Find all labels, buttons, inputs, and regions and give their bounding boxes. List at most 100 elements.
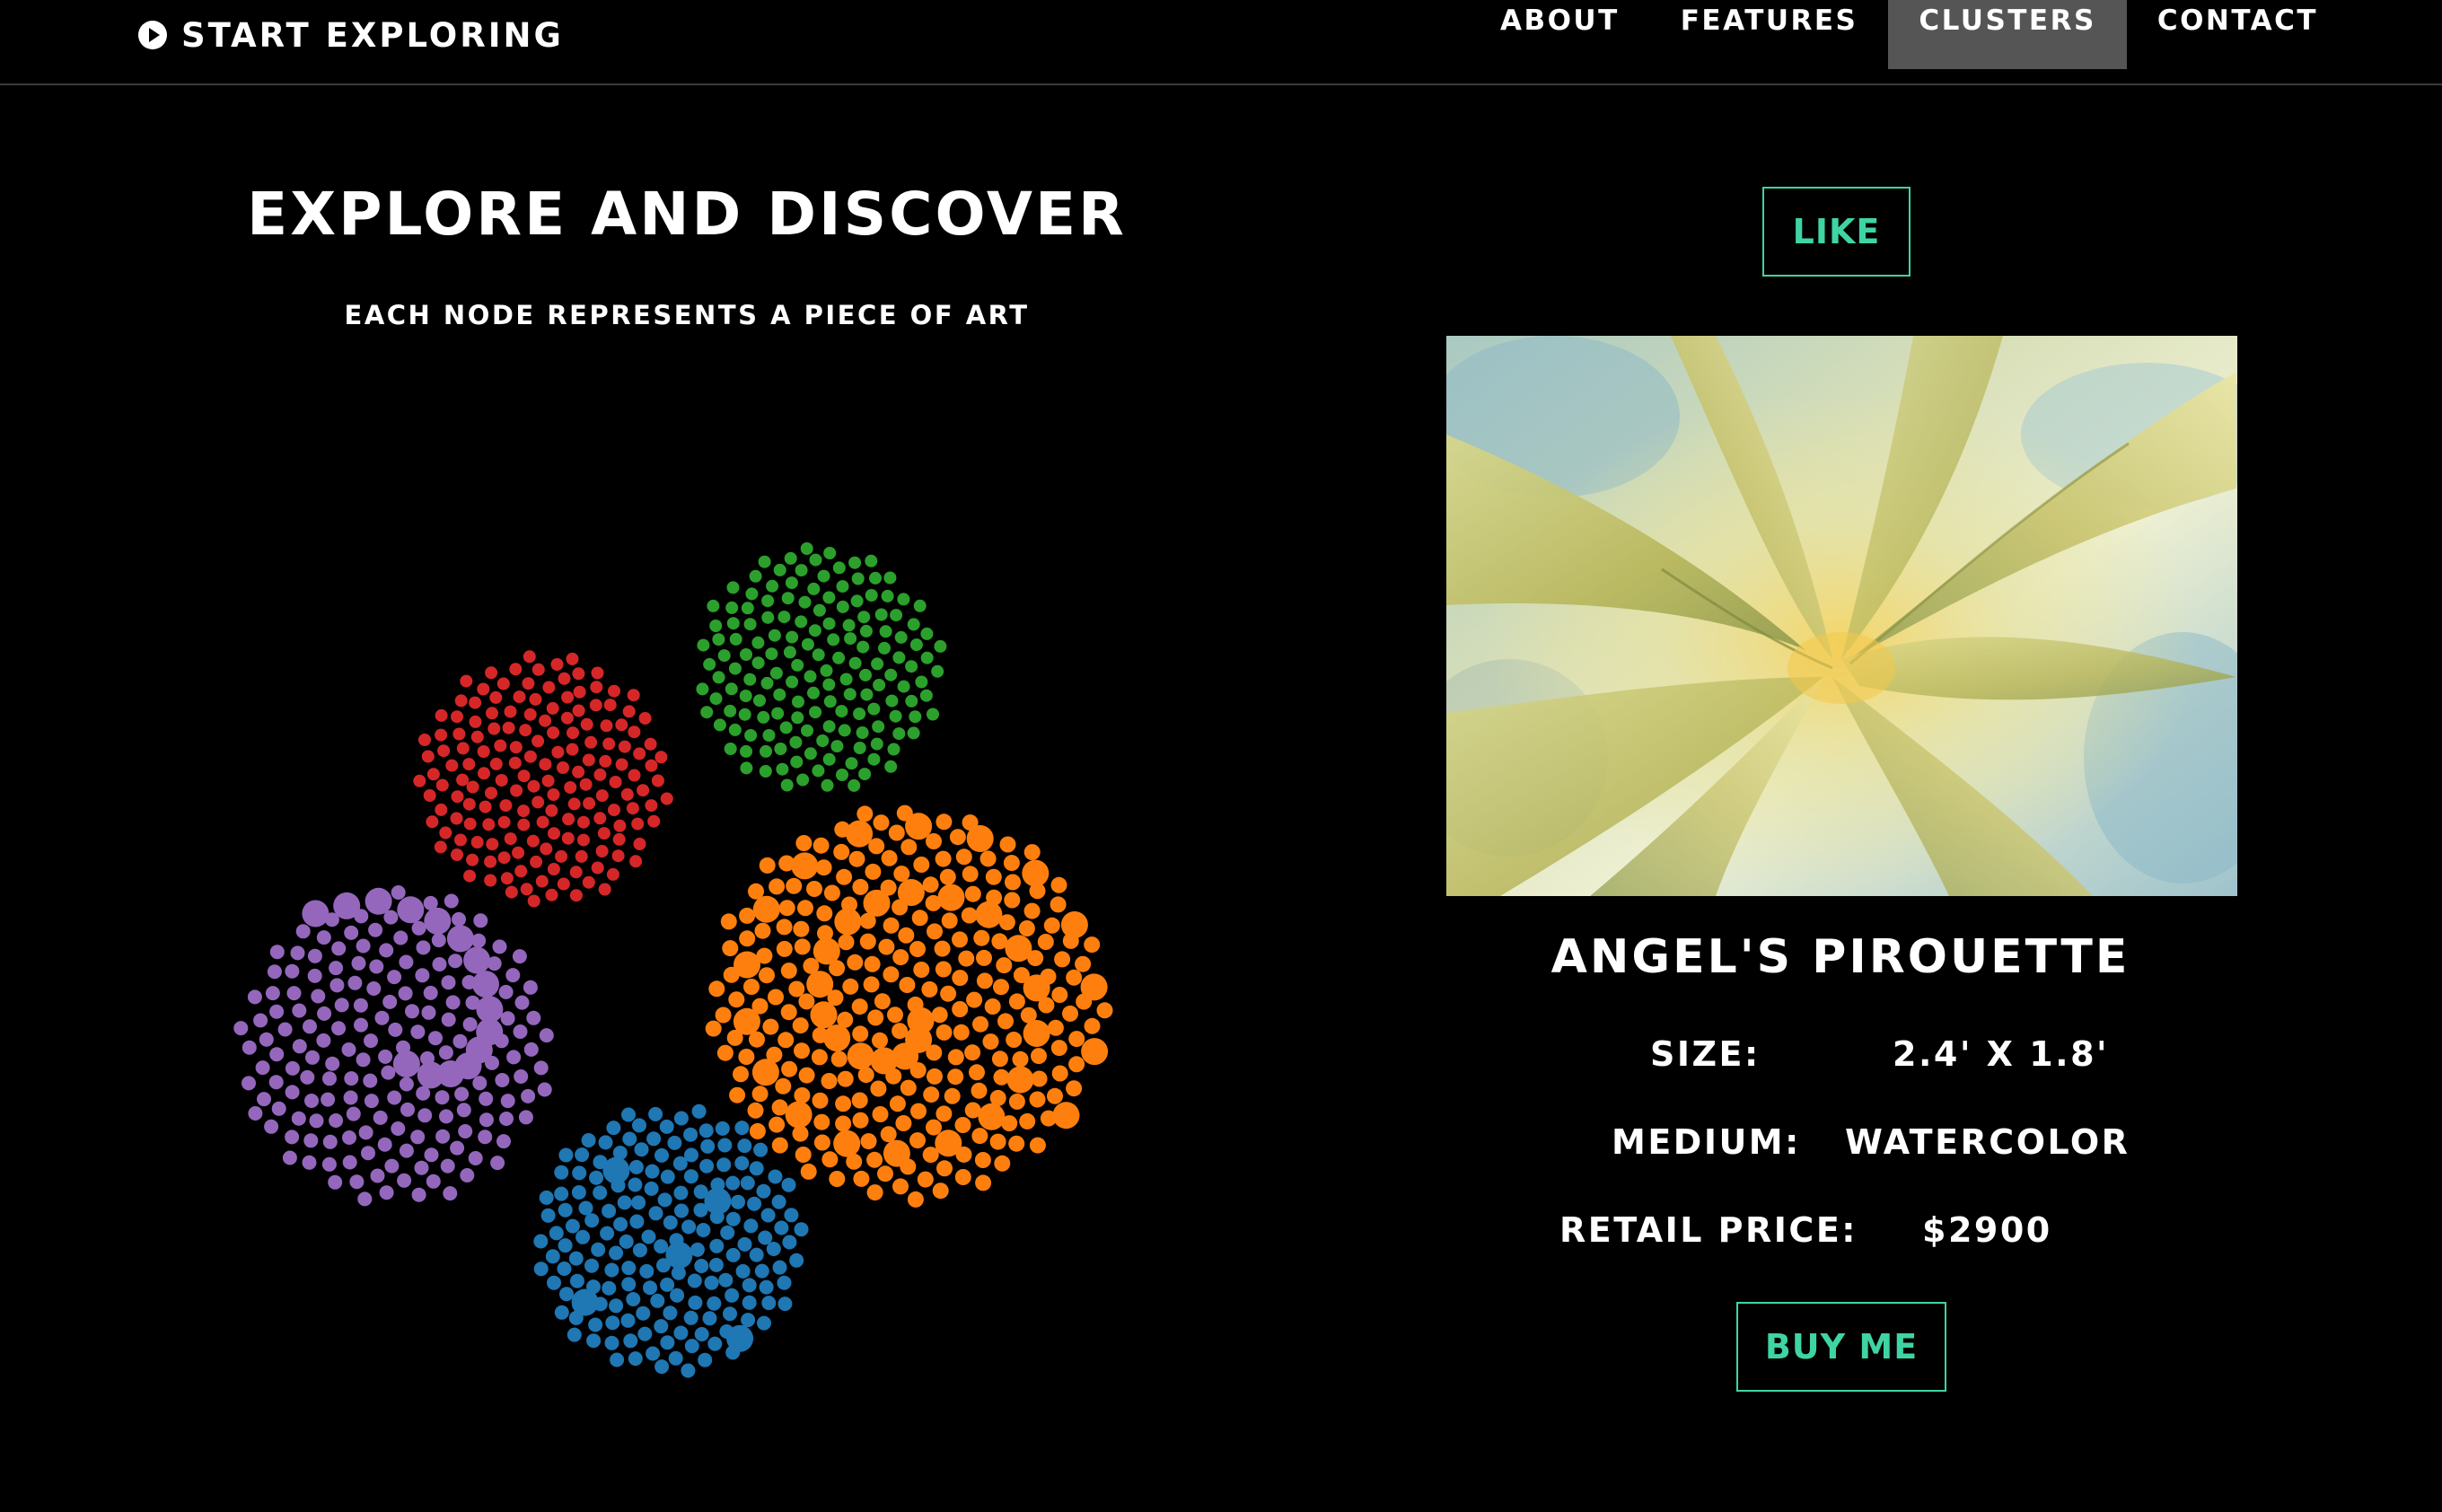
art-node[interactable] [745,587,759,601]
art-node[interactable] [489,690,503,704]
art-node[interactable] [486,838,499,851]
art-node[interactable] [622,1131,637,1147]
art-node[interactable] [590,681,603,694]
art-node[interactable] [976,949,992,966]
art-node[interactable] [329,1113,344,1128]
art-node[interactable] [316,1033,331,1048]
art-node[interactable] [597,827,610,840]
art-node[interactable] [1050,896,1067,913]
art-node[interactable] [572,704,585,717]
art-node[interactable] [571,1185,586,1200]
art-node[interactable] [269,1004,285,1019]
art-node[interactable] [302,900,329,927]
art-node[interactable] [888,824,905,841]
art-node[interactable] [545,804,558,817]
art-node[interactable] [885,1068,902,1085]
art-node[interactable] [698,1352,713,1367]
art-node[interactable] [437,744,451,758]
art-node[interactable] [468,1151,483,1165]
art-node[interactable] [471,933,487,948]
art-node[interactable] [388,1022,403,1037]
art-node[interactable] [522,677,535,690]
art-node[interactable] [776,940,793,957]
art-node[interactable] [321,1156,337,1172]
art-node[interactable] [724,743,737,755]
art-node[interactable] [971,1128,988,1145]
art-node[interactable] [913,962,930,978]
art-node[interactable] [949,829,966,846]
art-node[interactable] [889,709,902,723]
art-node[interactable] [454,1086,470,1102]
art-node[interactable] [527,894,540,908]
art-node[interactable] [610,1352,625,1367]
art-node[interactable] [472,1076,488,1091]
art-node[interactable] [518,1110,533,1125]
art-node[interactable] [760,744,772,758]
art-node[interactable] [575,1229,591,1244]
art-node[interactable] [514,865,528,878]
art-node[interactable] [267,964,282,980]
art-node[interactable] [530,855,543,868]
art-node[interactable] [761,1296,777,1311]
art-node[interactable] [387,970,402,985]
art-node[interactable] [857,1067,874,1084]
art-node[interactable] [1012,1050,1029,1068]
art-node[interactable] [794,938,811,955]
art-node[interactable] [264,1119,279,1134]
art-node[interactable] [793,920,810,937]
art-node[interactable] [915,675,928,689]
art-node[interactable] [346,1106,361,1121]
art-node[interactable] [484,874,497,887]
art-node[interactable] [259,1032,274,1047]
art-node[interactable] [807,686,820,699]
art-node[interactable] [870,737,883,751]
cluster-green[interactable] [696,542,947,792]
art-node[interactable] [608,684,620,698]
art-node[interactable] [884,760,898,773]
art-node[interactable] [618,740,631,753]
art-node[interactable] [628,769,641,782]
art-node[interactable] [962,814,979,831]
art-node[interactable] [816,734,830,747]
art-node[interactable] [1047,1019,1064,1036]
art-node[interactable] [619,1234,634,1249]
art-node[interactable] [789,1253,804,1268]
art-node[interactable] [934,639,947,653]
art-node[interactable] [473,913,488,928]
art-node[interactable] [660,792,673,805]
art-node[interactable] [557,761,569,774]
art-node[interactable] [577,833,590,847]
art-node[interactable] [691,1103,707,1119]
art-node[interactable] [496,1134,511,1149]
art-node[interactable] [617,1195,632,1210]
art-node[interactable] [539,758,552,771]
art-node[interactable] [547,788,560,801]
art-node[interactable] [781,1060,798,1077]
art-node[interactable] [836,580,849,593]
art-node[interactable] [269,945,285,960]
art-node[interactable] [472,971,499,998]
art-node[interactable] [423,985,438,1000]
art-node[interactable] [365,887,392,915]
art-node[interactable] [579,778,593,791]
art-node[interactable] [374,1010,390,1025]
art-node[interactable] [772,1260,787,1275]
art-node[interactable] [887,743,900,756]
art-node[interactable] [629,855,643,868]
art-node[interactable] [880,1126,897,1143]
art-node[interactable] [508,756,522,769]
art-node[interactable] [1081,1038,1109,1066]
art-node[interactable] [463,817,477,831]
art-node[interactable] [817,925,833,942]
art-node[interactable] [897,593,910,606]
art-node[interactable] [725,1345,741,1360]
art-node[interactable] [356,1052,371,1068]
art-node[interactable] [286,986,302,1001]
art-node[interactable] [584,1213,600,1228]
art-node[interactable] [373,1110,388,1125]
art-node[interactable] [628,725,641,739]
art-node[interactable] [759,967,775,984]
art-node[interactable] [285,1130,300,1145]
art-node[interactable] [517,769,531,783]
art-node[interactable] [823,884,840,901]
